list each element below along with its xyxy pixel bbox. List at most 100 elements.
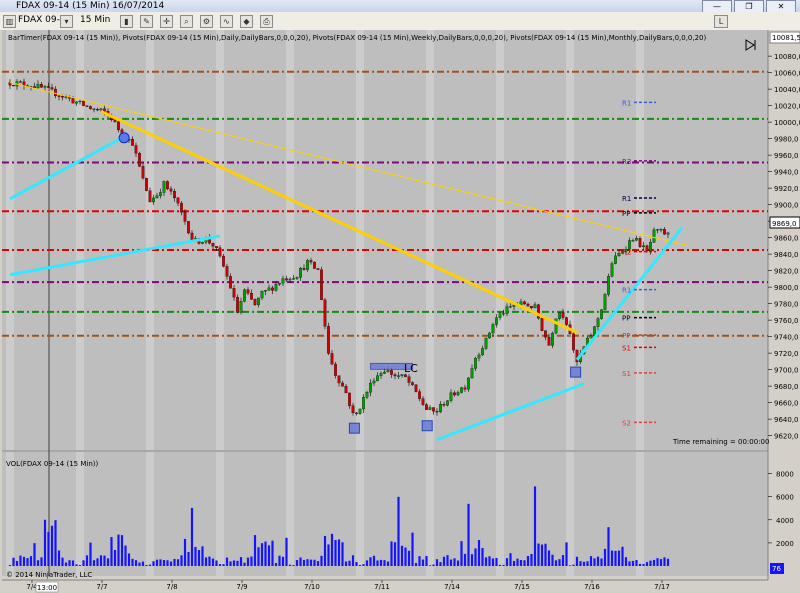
x-cursor-label: 13:00 <box>37 584 57 592</box>
volume-bar <box>554 560 558 566</box>
volume-bar <box>120 535 124 566</box>
volume-bar <box>236 560 239 566</box>
session-band <box>146 452 154 576</box>
y-tick-label: 9720,0 <box>774 350 799 358</box>
volume-panel[interactable] <box>2 452 768 576</box>
candle-up <box>649 242 652 252</box>
candle-up <box>449 392 453 401</box>
volume-bar <box>484 557 488 566</box>
volume-bar <box>166 560 169 566</box>
volume-bar <box>274 563 278 566</box>
volume-bar <box>582 561 586 566</box>
volume-bar <box>96 558 99 566</box>
pivot-label: R1 <box>622 195 631 203</box>
candle-down <box>313 261 316 269</box>
volume-bar <box>488 556 491 566</box>
volume-bar <box>449 559 453 566</box>
volume-bar <box>397 496 400 566</box>
pivot-label: S2 <box>622 419 631 427</box>
y-tick-label: 10020,0 <box>774 103 800 111</box>
volume-bar <box>208 556 211 566</box>
candle-up <box>264 290 267 292</box>
candle-up <box>288 278 292 281</box>
volume-last-label: 76 <box>772 565 781 573</box>
session-band <box>76 452 84 576</box>
candle-up <box>428 407 432 410</box>
print-icon[interactable]: ⎙ <box>260 15 273 28</box>
session-band <box>636 452 644 576</box>
volume-bar <box>659 559 663 566</box>
candle-down <box>215 246 218 248</box>
candle-up <box>603 294 607 310</box>
crosshair-icon[interactable]: ✛ <box>160 15 173 28</box>
candle-down <box>271 287 274 291</box>
mode-button[interactable]: L <box>714 15 728 28</box>
strategy-icon[interactable]: ◆ <box>240 15 253 28</box>
candle-up <box>656 229 659 231</box>
candle-up <box>589 335 593 339</box>
chart-area[interactable]: 9620,0 9640,0 9660,0 9680,0 9700,0 9720,0 9740… <box>0 30 800 593</box>
volume-bar <box>645 562 649 566</box>
candle-up <box>159 192 162 196</box>
candle-down <box>316 268 320 270</box>
volume-bar <box>481 547 484 566</box>
candle-down <box>229 276 232 289</box>
y-tick-label: 9840,0 <box>774 251 799 259</box>
candle-down <box>337 375 341 384</box>
candle-down <box>341 382 344 387</box>
dropdown-icon[interactable]: ▾ <box>60 15 73 28</box>
volume-bar <box>204 557 208 566</box>
candle-down <box>54 88 57 97</box>
bar-type-icon[interactable]: ▮ <box>120 15 133 28</box>
volume-bar <box>232 560 236 566</box>
candle-down <box>61 96 64 98</box>
volume-bar <box>418 556 421 566</box>
volume-bar <box>547 550 551 566</box>
session-band <box>6 452 14 576</box>
volume-bar <box>180 555 183 566</box>
candle-down <box>330 353 334 365</box>
candle-down <box>47 86 50 88</box>
volume-bar <box>257 547 260 566</box>
volume-bar <box>439 562 442 566</box>
volume-bar <box>393 542 397 566</box>
candle-up <box>509 306 512 308</box>
volume-bar <box>36 560 40 566</box>
properties-icon[interactable]: ⚙ <box>200 15 213 28</box>
volume-bar <box>467 503 470 566</box>
volume-bar <box>152 561 155 566</box>
volume-bar <box>334 539 337 566</box>
volume-bar <box>187 552 190 566</box>
volume-bar <box>26 558 29 566</box>
candle-up <box>397 375 400 377</box>
zoom-icon[interactable]: ⌕ <box>180 15 193 28</box>
volume-bar <box>113 549 117 566</box>
candle-up <box>481 348 484 356</box>
candle-down <box>663 229 666 235</box>
volume-bar <box>47 531 50 566</box>
interval-selector[interactable]: 15 Min <box>80 14 110 27</box>
indicators-icon[interactable]: ∿ <box>220 15 233 28</box>
pivot-label: PP <box>622 315 630 323</box>
volume-bar <box>432 564 435 566</box>
volume-bar <box>260 543 264 566</box>
volume-bar <box>428 565 432 566</box>
volume-bar <box>201 546 204 566</box>
pencil-icon[interactable]: ✎ <box>140 15 153 28</box>
candle-up <box>239 301 243 313</box>
volume-bar <box>565 542 568 566</box>
y-tick-label: 9820,0 <box>774 268 799 276</box>
volume-bar <box>138 562 141 566</box>
candle-up <box>491 324 495 334</box>
volume-bar <box>355 562 358 566</box>
volume-label: VOL(FDAX 09-14 (15 Min)) <box>6 460 98 468</box>
candle-down <box>327 326 330 354</box>
volume-bar <box>323 535 327 566</box>
volume-bar <box>617 550 621 566</box>
volume-bar <box>425 556 428 566</box>
candle-up <box>642 245 645 248</box>
y-tick-label: 9680,0 <box>774 383 799 391</box>
candle-down <box>561 312 565 318</box>
volume-bar <box>92 560 96 566</box>
chart-icon[interactable]: ▥ <box>3 15 16 28</box>
